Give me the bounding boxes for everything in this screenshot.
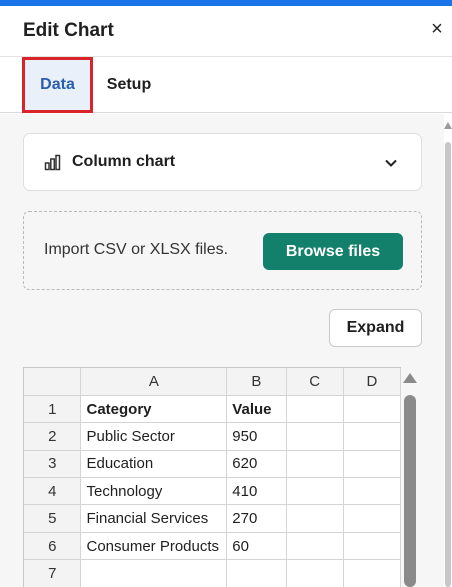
table-cell[interactable]: Technology	[80, 477, 228, 506]
table-cell[interactable]	[286, 422, 344, 451]
chart-type-label: Column chart	[72, 153, 176, 170]
column-header-row: A B C D	[24, 368, 401, 396]
column-header[interactable]: C	[286, 368, 344, 396]
table-row: 4 Technology 410	[24, 477, 401, 506]
table-cell[interactable]	[286, 477, 344, 506]
table-cell[interactable]: Public Sector	[80, 422, 228, 451]
close-icon[interactable]: ×	[426, 18, 448, 40]
table-cell[interactable]	[286, 532, 344, 561]
table-cell[interactable]	[343, 450, 401, 479]
row-header[interactable]: 7	[24, 559, 82, 587]
scroll-up-arrow-icon[interactable]	[444, 122, 452, 129]
dialog-title: Edit Chart	[23, 20, 114, 41]
chevron-down-icon	[385, 159, 397, 167]
row-header[interactable]: 2	[24, 422, 82, 451]
row-header[interactable]: 4	[24, 477, 82, 506]
table-cell[interactable]: Consumer Products	[80, 532, 228, 561]
table-cell[interactable]	[343, 559, 401, 587]
table-cell[interactable]: 620	[226, 450, 287, 479]
row-header[interactable]: 5	[24, 504, 82, 533]
row-header[interactable]: 6	[24, 532, 82, 561]
table-cell[interactable]	[80, 559, 228, 587]
scroll-up-arrow-icon[interactable]	[403, 373, 417, 383]
corner-cell[interactable]	[24, 368, 82, 396]
table-cell[interactable]	[286, 395, 344, 424]
table-cell[interactable]	[343, 477, 401, 506]
import-instructions: Import CSV or XLSX files.	[44, 241, 229, 258]
table-cell[interactable]	[286, 504, 344, 533]
table-cell[interactable]	[226, 559, 287, 587]
spreadsheet-scrollbar[interactable]	[403, 370, 417, 587]
column-header[interactable]: B	[226, 368, 287, 396]
row-header[interactable]: 1	[24, 395, 82, 424]
tab-setup[interactable]: Setup	[100, 57, 158, 113]
table-cell[interactable]: 60	[226, 532, 287, 561]
table-row: 7	[24, 559, 401, 587]
table-cell[interactable]	[343, 395, 401, 424]
table-cell[interactable]	[286, 450, 344, 479]
table-cell[interactable]: 410	[226, 477, 287, 506]
chart-type-dropdown[interactable]: Column chart	[23, 133, 422, 191]
file-import-dropzone[interactable]: Import CSV or XLSX files. Browse files	[23, 211, 422, 290]
table-row: 6 Consumer Products 60	[24, 532, 401, 561]
table-cell[interactable]: Value	[226, 395, 287, 424]
tab-data[interactable]: Data	[22, 57, 93, 113]
dialog-header: Edit Chart ×	[0, 6, 452, 57]
table-cell[interactable]: Education	[80, 450, 228, 479]
column-header[interactable]: D	[343, 368, 401, 396]
spreadsheet-grid[interactable]: A B C D 1 Category Value 2 Public Sector…	[23, 367, 401, 587]
tab-bar: Data Setup	[0, 57, 452, 113]
table-row: 5 Financial Services 270	[24, 504, 401, 533]
browse-files-button[interactable]: Browse files	[263, 233, 403, 270]
table-row: 3 Education 620	[24, 450, 401, 479]
panel-scrollbar[interactable]	[443, 118, 452, 587]
table-cell[interactable]: 950	[226, 422, 287, 451]
table-cell[interactable]: Category	[80, 395, 228, 424]
table-row: 2 Public Sector 950	[24, 422, 401, 451]
scrollbar-thumb[interactable]	[445, 142, 451, 587]
column-header[interactable]: A	[80, 368, 228, 396]
table-cell[interactable]	[343, 532, 401, 561]
table-cell[interactable]	[343, 504, 401, 533]
table-cell[interactable]	[286, 559, 344, 587]
expand-button[interactable]: Expand	[329, 309, 422, 347]
table-row: 1 Category Value	[24, 395, 401, 424]
table-cell[interactable]: Financial Services	[80, 504, 228, 533]
table-cell[interactable]: 270	[226, 504, 287, 533]
row-header[interactable]: 3	[24, 450, 82, 479]
spreadsheet-scrollbar-thumb[interactable]	[404, 395, 416, 587]
table-cell[interactable]	[343, 422, 401, 451]
column-chart-icon	[44, 154, 61, 171]
